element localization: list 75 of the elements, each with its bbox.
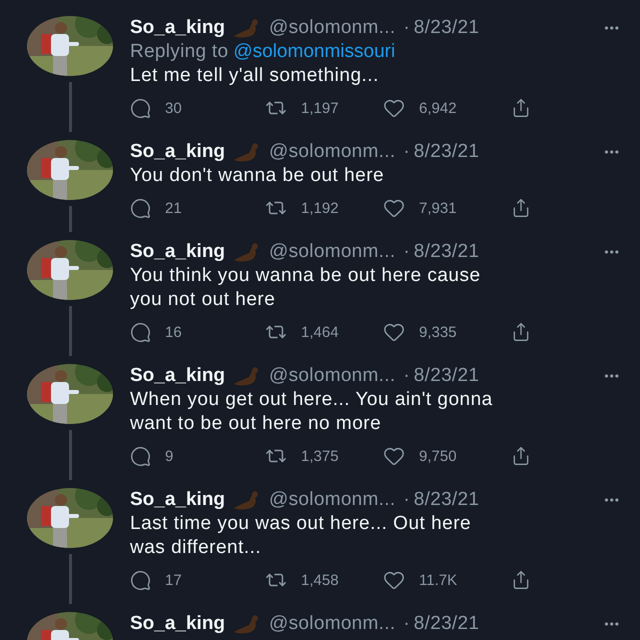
share-icon[interactable] (511, 570, 531, 590)
reply-count: 9 (165, 448, 174, 464)
share-icon[interactable] (511, 446, 531, 466)
reply-icon[interactable] (130, 446, 151, 466)
like-icon[interactable] (383, 445, 405, 467)
tweet-text: Let me tell y'all something... (130, 64, 379, 88)
more-button[interactable]: ••• (604, 21, 620, 35)
share-icon[interactable] (511, 322, 531, 342)
share-icon[interactable] (511, 98, 531, 118)
tweet-date[interactable]: 8/23/21 (414, 241, 480, 263)
tweet-text: was different... (130, 536, 262, 560)
user-handle: @solomonm... (269, 241, 396, 263)
user-name[interactable]: So_a_king (130, 241, 226, 263)
tweet-date[interactable]: 8/23/21 (414, 17, 480, 39)
reply-icon[interactable] (130, 322, 151, 342)
mention-link[interactable]: @solomonmissouri (233, 41, 396, 63)
separator-dot: · (403, 241, 410, 263)
thread-line (68, 554, 72, 604)
reply-count: 17 (165, 572, 182, 588)
separator-dot: · (403, 17, 410, 39)
separator-dot: · (403, 489, 410, 511)
like-icon[interactable] (383, 321, 405, 343)
user-name[interactable]: So_a_king (130, 613, 226, 635)
like-icon[interactable] (383, 197, 405, 219)
thread-line (68, 206, 72, 232)
tweet-text: You think you wanna be out here cause (130, 264, 481, 288)
share-icon[interactable] (511, 198, 531, 218)
reply-count: 21 (165, 200, 182, 216)
thread-line (68, 430, 72, 480)
like-count: 7,931 (419, 200, 457, 216)
user-name[interactable]: So_a_king (130, 489, 226, 511)
retweet-count: 1,197 (301, 100, 339, 116)
thread-line (68, 306, 72, 356)
more-button[interactable]: ••• (604, 493, 620, 507)
reply-icon[interactable] (130, 570, 151, 590)
like-count: 11.7K (419, 572, 458, 588)
reply-icon[interactable] (130, 98, 151, 118)
tweet-date[interactable]: 8/23/21 (414, 141, 480, 163)
reply-count: 30 (165, 100, 182, 116)
tweet-text: you not out here (130, 288, 276, 312)
user-name[interactable]: So_a_king (130, 141, 226, 163)
like-count: 9,335 (419, 324, 457, 340)
like-icon[interactable] (383, 569, 405, 591)
tweet-text: You don't wanna be out here (130, 164, 384, 188)
more-button[interactable]: ••• (604, 369, 620, 383)
tweet-text: Last time you was out here... Out here (130, 512, 472, 536)
retweet-count: 1,375 (301, 448, 339, 464)
tweet-date[interactable]: 8/23/21 (414, 613, 480, 635)
user-handle: @solomonm... (269, 489, 396, 511)
user-handle: @solomonm... (269, 141, 396, 163)
retweet-count: 1,458 (301, 572, 339, 588)
separator-dot: · (403, 141, 410, 163)
reply-icon[interactable] (130, 198, 151, 218)
separator-dot: · (403, 613, 410, 635)
like-icon[interactable] (383, 97, 405, 119)
more-button[interactable]: ••• (604, 245, 620, 259)
tweet-text: When you get out here... You ain't gonna (130, 388, 493, 412)
user-name[interactable]: So_a_king (130, 365, 226, 387)
thread-line (68, 82, 72, 132)
replying-label: Replying to (130, 41, 228, 63)
like-count: 9,750 (419, 448, 457, 464)
user-handle: @solomonm... (269, 17, 396, 39)
more-button[interactable]: ••• (604, 617, 620, 631)
reply-count: 16 (165, 324, 182, 340)
like-count: 6,942 (419, 100, 457, 116)
user-handle: @solomonm... (269, 613, 396, 635)
user-handle: @solomonm... (269, 365, 396, 387)
tweet-text: want to be out here no more (130, 412, 382, 436)
user-name[interactable]: So_a_king (130, 17, 226, 39)
separator-dot: · (403, 365, 410, 387)
retweet-count: 1,192 (301, 200, 339, 216)
retweet-count: 1,464 (301, 324, 339, 340)
more-button[interactable]: ••• (604, 145, 620, 159)
tweet-date[interactable]: 8/23/21 (414, 365, 480, 387)
tweet-date[interactable]: 8/23/21 (414, 489, 480, 511)
